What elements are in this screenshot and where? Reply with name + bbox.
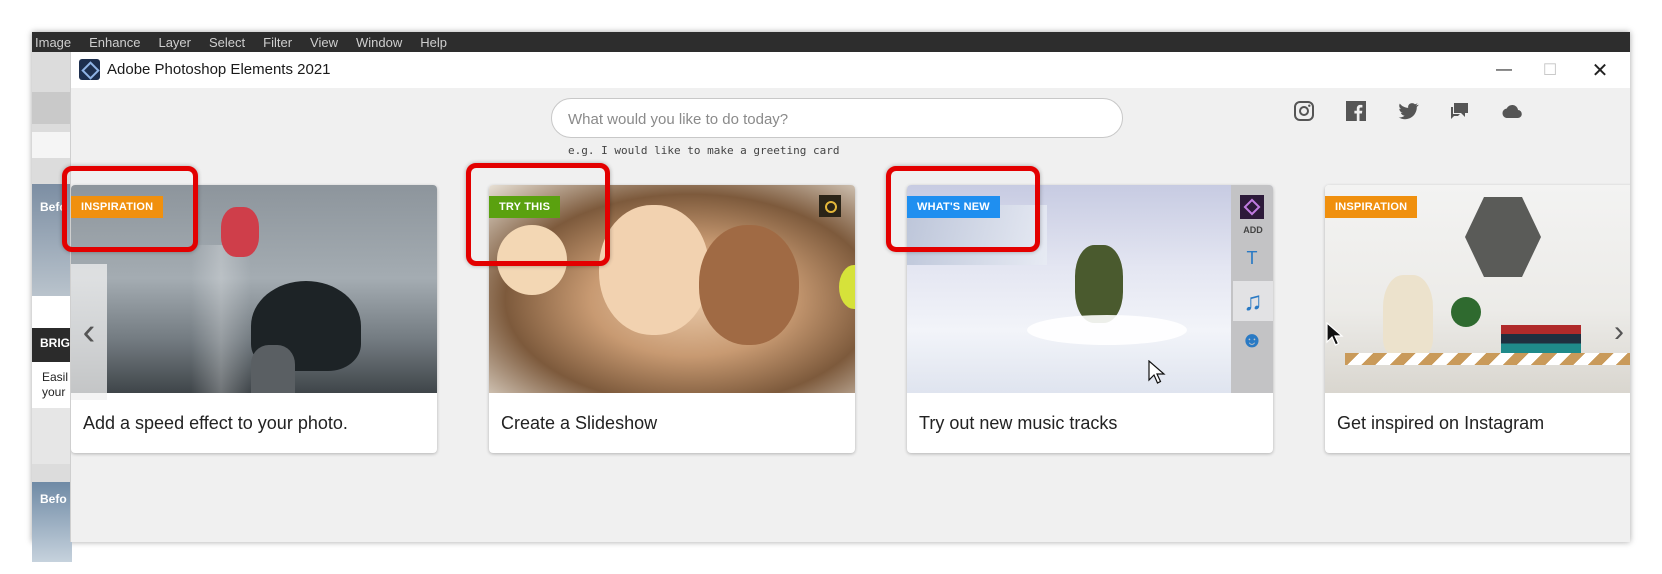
menu-window[interactable]: Window [356,35,402,50]
cloud-icon[interactable] [1499,98,1525,124]
strip-toolbar [32,92,72,124]
premiere-elements-icon [1240,195,1264,219]
title-bar: Adobe Photoshop Elements 2021 — ☐ ✕ [71,52,1630,88]
card-caption: Get inspired on Instagram [1337,413,1545,433]
man-figure [251,345,295,393]
background-menubar: Image Enhance Layer Select Filter View W… [32,32,1630,52]
balloon [839,265,855,309]
maximize-button[interactable]: ☐ [1527,52,1573,88]
card-instagram-inspiration[interactable]: INSPIRATION Get inspired on Instagram [1325,185,1630,453]
carousel-previous-button[interactable]: ‹ [71,264,107,400]
highlight-inspiration-tag [62,166,198,252]
twitter-icon[interactable] [1395,98,1421,124]
search-hint: e.g. I would like to make a greeting car… [568,144,840,157]
search-input[interactable] [568,108,1108,130]
add-panel: ADD T ♫ ☻ [1231,185,1273,393]
menu-select[interactable]: Select [209,35,245,50]
vase [1383,275,1433,355]
card-caption: Create a Slideshow [501,413,658,433]
instagram-icon[interactable] [1291,98,1317,124]
menu-filter[interactable]: Filter [263,35,292,50]
card-caption: Try out new music tracks [919,413,1118,433]
window-title: Adobe Photoshop Elements 2021 [107,61,331,78]
menu-image[interactable]: Image [35,35,71,50]
home-screen-window: Adobe Photoshop Elements 2021 — ☐ ✕ e.g.… [70,52,1630,542]
snow-spray [1027,315,1187,345]
minimize-button[interactable]: — [1481,52,1527,88]
strip-text-line-2: your [42,385,66,399]
highlight-try-this-tag [466,163,610,266]
strip-section-text: Easil your [42,370,68,400]
search-box[interactable] [551,98,1123,138]
add-music-icon[interactable]: ♫ [1233,281,1273,321]
before-label-2: Befo [40,492,67,506]
background-guided-strip: Befo BRIG Easil your Befo [32,52,72,562]
highlight-whats-new-tag [886,166,1040,252]
add-label: ADD [1243,225,1263,235]
tag-inspiration: INSPIRATION [1325,196,1418,218]
hexagon-frame [1465,197,1541,277]
girl-face [599,205,709,335]
carousel-next-button[interactable]: › [1606,302,1630,362]
books [1501,325,1581,353]
premiere-elements-badge-icon [819,195,841,217]
menu-layer[interactable]: Layer [158,35,191,50]
strip-section-title: BRIG [32,328,72,362]
close-button[interactable]: ✕ [1577,52,1623,88]
menu-enhance[interactable]: Enhance [89,35,140,50]
photoshop-elements-logo-icon [79,59,100,80]
add-graphics-icon[interactable]: ☻ [1237,325,1267,355]
strip-text-line-1: Easil [42,370,69,384]
flying-girl [221,207,259,257]
plant [1451,297,1481,327]
snowboarder [1075,245,1123,323]
add-title-icon[interactable]: T [1237,243,1267,273]
speed-beam [191,245,251,393]
card-caption: Add a speed effect to your photo. [83,413,348,433]
boy-face [699,225,799,345]
facebook-icon[interactable] [1343,98,1369,124]
menu-help[interactable]: Help [420,35,447,50]
menu-view[interactable]: View [310,35,338,50]
shelf [1345,353,1630,365]
strip-search-field[interactable] [32,132,72,158]
community-chat-icon[interactable] [1447,98,1473,124]
